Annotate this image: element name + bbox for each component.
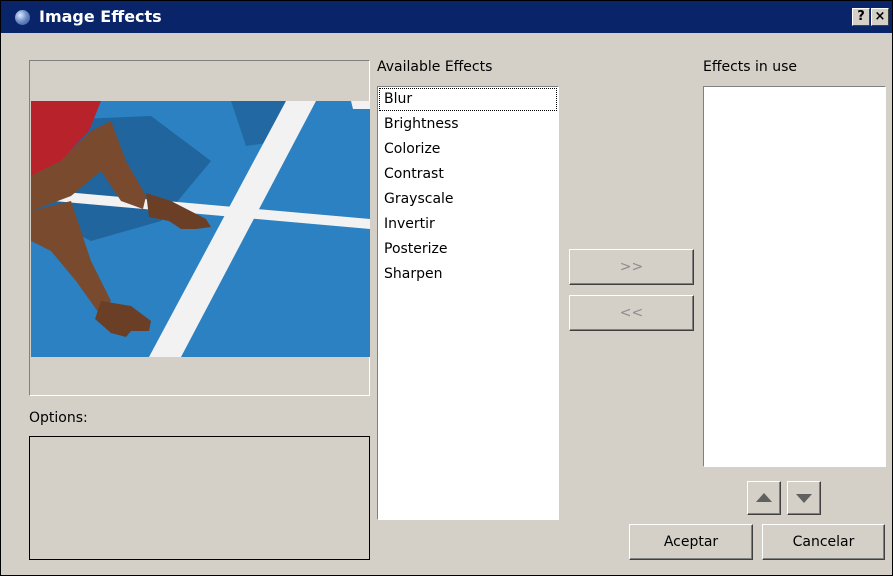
help-button[interactable]: ? — [852, 8, 870, 26]
image-effects-dialog: Image Effects ? × Options: Available Eff… — [0, 0, 893, 576]
list-item-sharpen[interactable]: Sharpen — [378, 262, 558, 287]
accept-button[interactable]: Aceptar — [629, 524, 753, 560]
close-button[interactable]: × — [871, 8, 889, 26]
up-arrow-icon — [756, 493, 772, 502]
image-preview-panel — [29, 60, 370, 396]
move-up-button[interactable] — [747, 481, 781, 515]
down-arrow-icon — [796, 494, 812, 503]
move-down-button[interactable] — [787, 481, 821, 515]
remove-effect-button[interactable]: << — [569, 295, 694, 331]
window-title: Image Effects — [39, 7, 162, 26]
list-item-posterize[interactable]: Posterize — [378, 237, 558, 262]
available-effects-list[interactable]: Blur Brightness Colorize Contrast Graysc… — [377, 86, 559, 520]
app-globe-icon — [15, 10, 30, 25]
title-bar[interactable]: Image Effects ? × — [1, 1, 892, 33]
list-item-blur[interactable]: Blur — [378, 87, 558, 112]
options-label: Options: — [29, 410, 88, 426]
preview-image — [31, 101, 370, 357]
list-item-colorize[interactable]: Colorize — [378, 137, 558, 162]
effects-in-use-list[interactable] — [703, 86, 886, 467]
add-effect-button[interactable]: >> — [569, 249, 694, 285]
list-item-brightness[interactable]: Brightness — [378, 112, 558, 137]
available-effects-label: Available Effects — [377, 59, 493, 75]
list-item-invertir[interactable]: Invertir — [378, 212, 558, 237]
cancel-button[interactable]: Cancelar — [762, 524, 885, 560]
options-panel — [29, 436, 370, 560]
effects-in-use-label: Effects in use — [703, 59, 798, 75]
list-item-grayscale[interactable]: Grayscale — [378, 187, 558, 212]
list-item-contrast[interactable]: Contrast — [378, 162, 558, 187]
